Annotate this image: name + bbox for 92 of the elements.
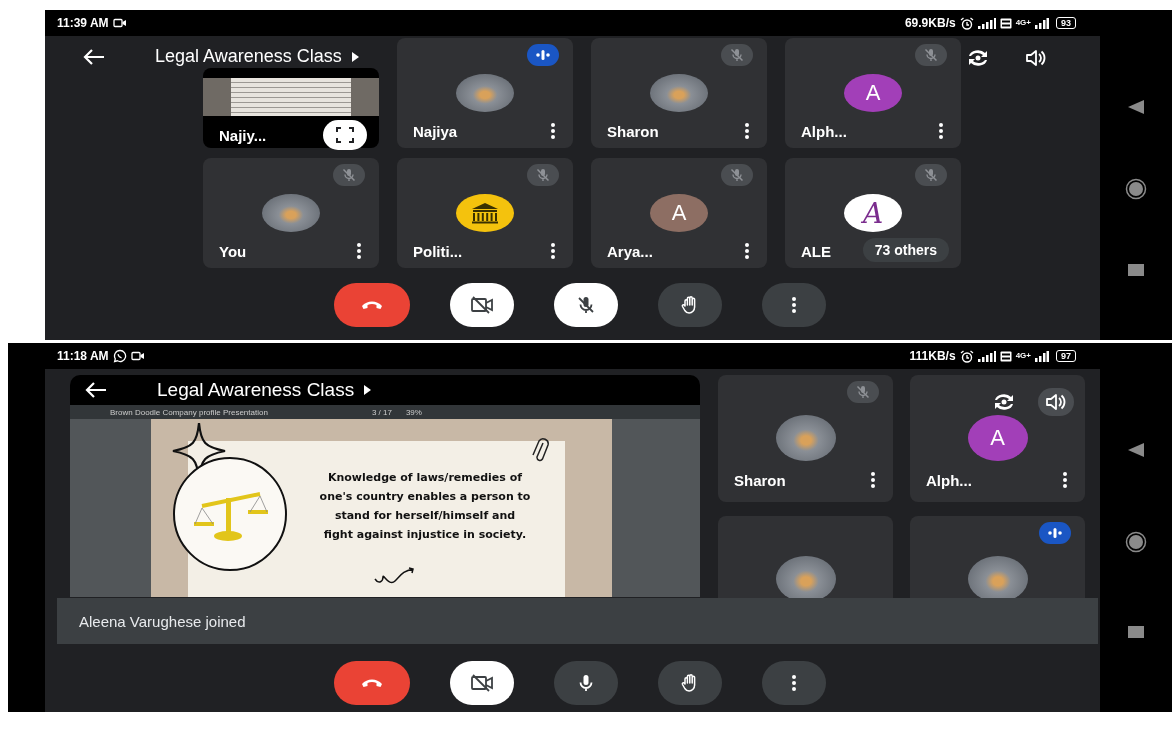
- more-icon: [551, 123, 555, 139]
- more-icon: [551, 243, 555, 259]
- signal-bars-icon: [1035, 17, 1049, 29]
- network-type: 4G+: [1015, 19, 1031, 27]
- avatar: A: [650, 194, 708, 232]
- document-title: Brown Doodle Company profile Presentation: [110, 407, 268, 417]
- photo-placeholder: [456, 74, 514, 112]
- participant-name: Sharon: [734, 471, 786, 489]
- page-counter: 3 / 17: [371, 407, 392, 417]
- participant-tile[interactable]: Sharon: [591, 38, 767, 148]
- fullscreen-icon: [336, 127, 354, 143]
- participant-name: ALE: [801, 242, 831, 260]
- chat-bubble-icon: [112, 349, 127, 363]
- home-nav-icon[interactable]: [1125, 178, 1147, 200]
- microphone-button[interactable]: [553, 283, 618, 327]
- network-type: 4G+: [1015, 352, 1031, 360]
- camera-off-icon: [469, 674, 494, 692]
- end-call-button[interactable]: [333, 661, 410, 705]
- camera-button[interactable]: [449, 283, 514, 327]
- participant-name: Sharon: [607, 122, 659, 140]
- photo-placeholder: [262, 194, 320, 232]
- volte-icon: [999, 350, 1012, 362]
- recents-nav-icon[interactable]: [1128, 626, 1144, 639]
- home-nav-icon[interactable]: [1125, 530, 1147, 553]
- overflow-chip[interactable]: 73 others: [862, 238, 949, 262]
- phone-icon: [360, 678, 383, 688]
- fullscreen-button[interactable]: [323, 120, 367, 150]
- more-icon: [745, 123, 749, 139]
- end-call-button[interactable]: [333, 283, 410, 327]
- participant-name: Arya...: [607, 242, 653, 260]
- back-nav-icon[interactable]: [1128, 442, 1144, 457]
- participant-tile[interactable]: Politi...: [397, 158, 573, 268]
- more-icon: [1063, 472, 1067, 488]
- video-camera-icon: [112, 18, 127, 28]
- raise-hand-button[interactable]: [657, 661, 722, 705]
- participant-tile[interactable]: Sharon: [718, 375, 893, 502]
- back-button[interactable]: [83, 48, 107, 65]
- alarm-clock-icon: [959, 16, 974, 30]
- phone-icon: [360, 300, 383, 310]
- microphone-button[interactable]: [553, 661, 618, 705]
- caret-icon: [351, 51, 359, 62]
- participant-name: Najiy...: [219, 126, 267, 144]
- speaker-icon: [1025, 49, 1047, 67]
- signal-bars-icon: [1035, 350, 1049, 362]
- back-arrow-icon: [83, 48, 105, 65]
- slide-text: Knowledge of laws/remedies of one's country enables a person to stand for herself/himself and fight against injustice in society.: [319, 470, 531, 543]
- volte-icon: [999, 17, 1012, 29]
- participant-tile[interactable]: Najiya: [397, 38, 573, 148]
- status-time: 11:18 AM: [57, 349, 109, 363]
- camera-off-icon: [469, 296, 494, 314]
- more-icon: [745, 243, 749, 259]
- speaker-icon: [1045, 393, 1067, 411]
- more-icon: [791, 675, 796, 691]
- participant-tile[interactable]: Najiy...: [203, 68, 379, 148]
- avatar: A: [844, 194, 902, 232]
- participant-name: Politi...: [413, 242, 463, 260]
- avatar: A: [844, 74, 902, 112]
- status-time: 11:39 AM: [57, 16, 109, 30]
- battery-indicator: 93: [1056, 17, 1076, 29]
- photo-placeholder: [650, 74, 708, 112]
- video-camera-icon: [130, 351, 145, 361]
- zoom-level: 39%: [405, 407, 422, 417]
- participant-tile[interactable]: A Alph...: [910, 375, 1085, 502]
- raise-hand-button[interactable]: [657, 283, 722, 327]
- participant-name: Alph...: [801, 122, 847, 140]
- back-button[interactable]: [85, 382, 109, 398]
- back-nav-icon[interactable]: [1128, 100, 1144, 114]
- signal-bars-icon: [977, 17, 996, 29]
- avatar: A: [967, 415, 1028, 461]
- more-icon: [791, 297, 796, 313]
- participant-tile[interactable]: A ALE 73 others: [785, 158, 961, 268]
- join-notification: Aleena Varughese joined: [57, 598, 1098, 644]
- more-icon: [357, 243, 361, 259]
- participant-tile[interactable]: You: [203, 158, 379, 268]
- participant-tile[interactable]: A Arya...: [591, 158, 767, 268]
- back-arrow-icon: [85, 382, 107, 398]
- signal-bars-icon: [977, 350, 996, 362]
- meeting-title[interactable]: Legal Awareness Class: [157, 379, 355, 401]
- battery-indicator: 97: [1056, 350, 1076, 362]
- participant-name: Alph...: [926, 471, 972, 489]
- participant-name: Najiya: [413, 122, 458, 140]
- mic-off-icon: [575, 295, 596, 315]
- caret-icon: [364, 385, 372, 395]
- participant-tile[interactable]: A Alph...: [785, 38, 961, 148]
- meeting-title[interactable]: Legal Awareness Class: [155, 46, 342, 67]
- more-icon: [871, 472, 875, 488]
- alarm-clock-icon: [959, 349, 974, 363]
- network-speed: 69.9KB/s: [904, 16, 956, 30]
- more-icon: [939, 123, 943, 139]
- camera-button[interactable]: [449, 661, 514, 705]
- network-speed: 111KB/s: [909, 349, 956, 363]
- participant-name: You: [219, 242, 247, 260]
